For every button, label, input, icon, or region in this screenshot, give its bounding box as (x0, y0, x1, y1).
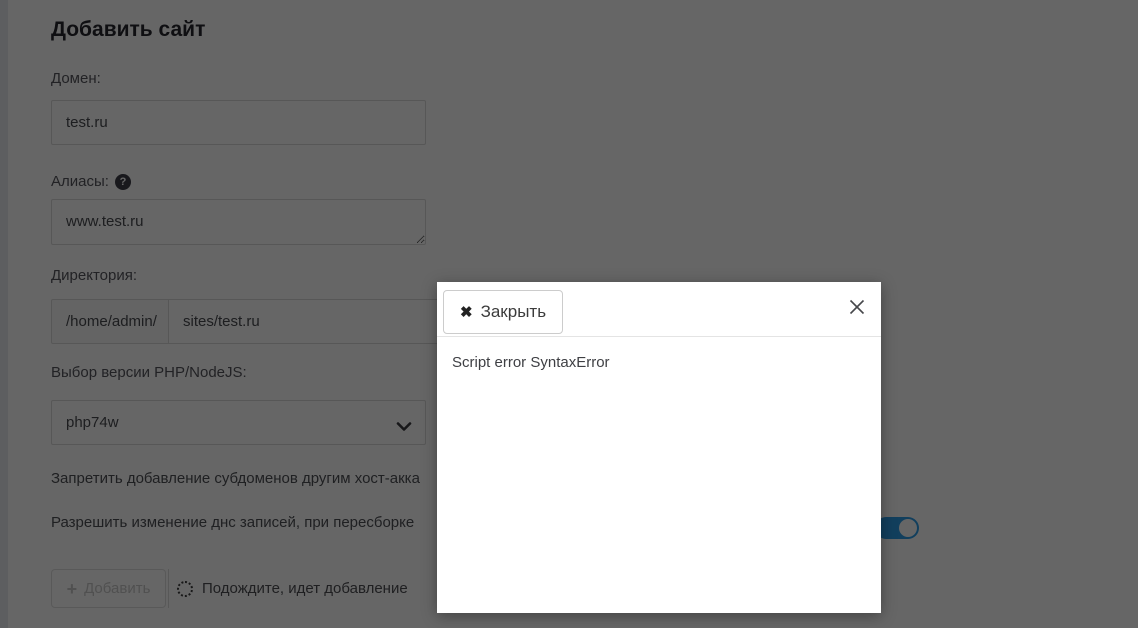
heavy-x-icon: ✖ (460, 304, 473, 321)
modal-header: ✖ Закрыть (437, 282, 881, 337)
add-site-page: Добавить сайт Домен: Алиасы: ? www.test.… (0, 0, 1138, 628)
modal-close-button[interactable]: ✖ Закрыть (443, 290, 564, 334)
modal-error-message: Script error SyntaxError (452, 354, 610, 371)
error-modal: ✖ Закрыть Script error SyntaxError (437, 282, 881, 613)
x-icon[interactable] (848, 298, 866, 316)
modal-close-button-label: Закрыть (480, 302, 547, 321)
